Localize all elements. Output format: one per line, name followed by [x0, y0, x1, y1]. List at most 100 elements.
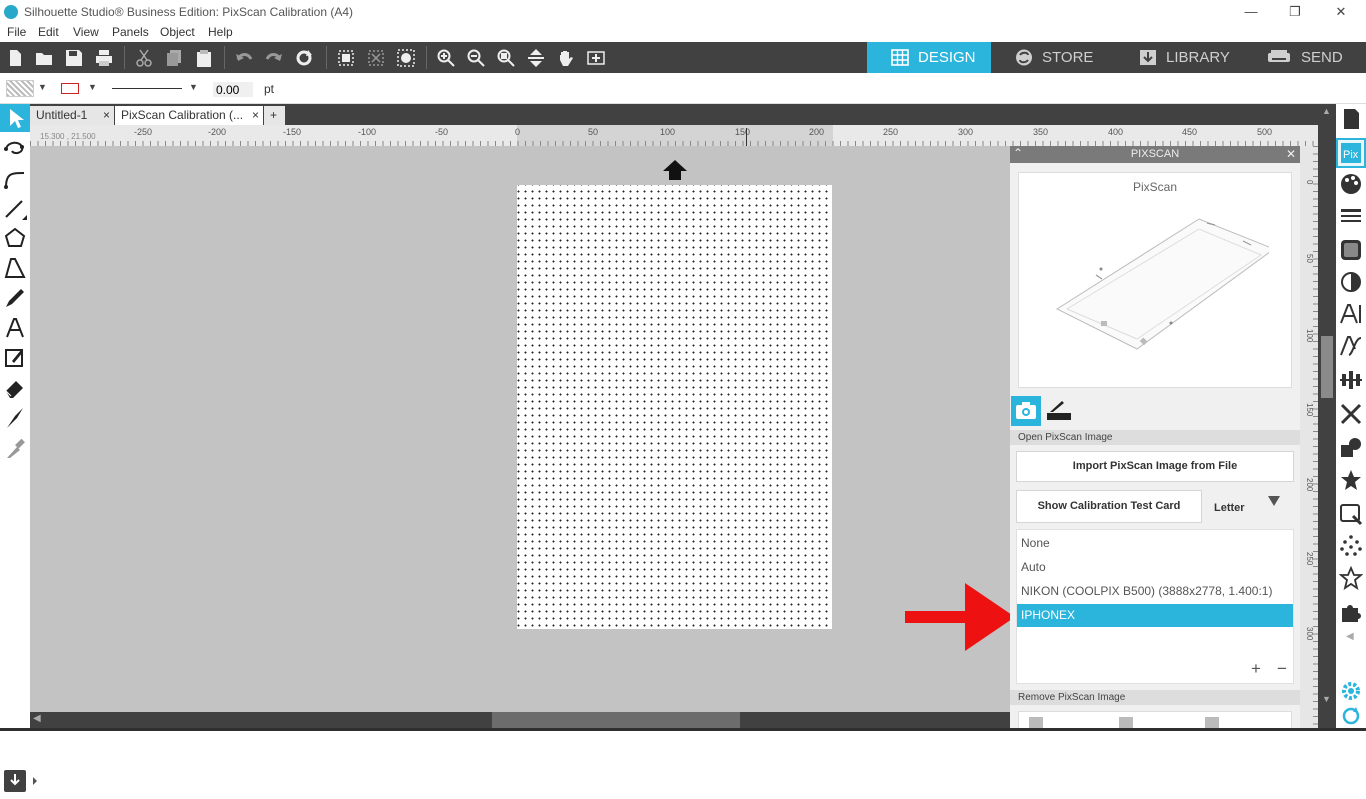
polygon-tool-icon[interactable]: [3, 226, 27, 250]
vertical-scroll-thumb[interactable]: [1321, 336, 1333, 398]
star-filled-icon[interactable]: [1339, 468, 1363, 492]
print-icon[interactable]: [92, 46, 116, 70]
curve-tool-icon[interactable]: [3, 166, 27, 190]
menu-help[interactable]: Help: [208, 25, 233, 39]
restore-button[interactable]: ❐: [1282, 2, 1308, 22]
menu-panels[interactable]: Panels: [112, 25, 149, 39]
sync-icon[interactable]: [1339, 704, 1363, 728]
knife-tool-icon[interactable]: [3, 406, 27, 430]
zoom-in-icon[interactable]: [434, 46, 458, 70]
calibration-item-iphonex[interactable]: IPHONEX: [1017, 604, 1293, 627]
cut-icon[interactable]: [132, 46, 156, 70]
scroll-left-icon[interactable]: ◀: [33, 713, 41, 724]
settings-gear-icon[interactable]: [1339, 679, 1363, 703]
calibration-item-nikon[interactable]: NIKON (COOLPIX B500) (3888x2778, 1.400:1…: [1017, 580, 1293, 603]
minimize-button[interactable]: —: [1238, 2, 1264, 22]
tab-store[interactable]: STORE: [991, 42, 1115, 73]
tab-send[interactable]: SEND: [1239, 42, 1366, 73]
line-style-icon[interactable]: [1339, 204, 1363, 228]
zoom-out-icon[interactable]: [464, 46, 488, 70]
doc-tab-pixscan-calibration[interactable]: PixScan Calibration (... ×: [115, 106, 263, 125]
collapse-right-panel-icon[interactable]: ◀: [1346, 631, 1354, 642]
transform-icon[interactable]: [1339, 402, 1363, 426]
remove-calibration-button[interactable]: −: [1273, 660, 1291, 678]
image-effects-icon[interactable]: [1339, 270, 1363, 294]
add-calibration-button[interactable]: +: [1247, 660, 1265, 678]
doc-tab-untitled[interactable]: Untitled-1 ×: [30, 106, 114, 125]
eyedropper-tool-icon[interactable]: [3, 436, 27, 460]
close-tab-icon[interactable]: ×: [252, 106, 259, 125]
fit-to-page-icon[interactable]: [524, 46, 548, 70]
replicate-icon[interactable]: [1339, 436, 1363, 460]
edit-points-tool-icon[interactable]: [3, 137, 27, 161]
card-size-dropdown-arrow-icon[interactable]: [1268, 496, 1280, 506]
horizontal-scrollbar[interactable]: ◀: [30, 712, 1010, 728]
collapse-panel-icon[interactable]: ⌃: [1013, 145, 1023, 162]
fill-color-palette-icon[interactable]: [1339, 172, 1363, 196]
scanner-tab[interactable]: [1044, 396, 1074, 426]
redraw-icon[interactable]: [292, 46, 316, 70]
close-panel-icon[interactable]: ✕: [1286, 146, 1296, 163]
pencil-tool-icon[interactable]: [3, 286, 27, 310]
trace-icon[interactable]: [1339, 502, 1363, 526]
offset-icon[interactable]: [1339, 334, 1363, 358]
library-drawer-toggle[interactable]: [3, 766, 39, 796]
pixscan-panel-icon[interactable]: Pix: [1336, 138, 1366, 168]
fill-pattern-swatch[interactable]: [6, 80, 34, 97]
draw-panel-icon[interactable]: [3, 346, 27, 370]
paste-icon[interactable]: [192, 46, 216, 70]
calibration-item-auto[interactable]: Auto: [1017, 556, 1293, 579]
line-color-swatch[interactable]: [61, 83, 79, 94]
menu-view[interactable]: View: [73, 25, 99, 39]
puzzle-icon[interactable]: [1339, 600, 1363, 624]
close-window-button[interactable]: ✕: [1328, 2, 1354, 22]
calibration-page[interactable]: [517, 185, 832, 629]
add-page-icon[interactable]: [584, 46, 608, 70]
scroll-up-icon[interactable]: ▲: [1322, 106, 1331, 116]
rhinestone-icon[interactable]: [1339, 534, 1363, 558]
tab-design[interactable]: DESIGN: [867, 42, 991, 73]
text-tool-icon[interactable]: [3, 316, 27, 340]
add-tab-button[interactable]: +: [264, 106, 285, 125]
redo-icon[interactable]: [262, 46, 286, 70]
line-color-dropdown-arrow-icon[interactable]: ▼: [88, 82, 97, 92]
line-tool-icon[interactable]: [3, 196, 27, 220]
tab-library[interactable]: LIBRARY: [1115, 42, 1239, 73]
text-style-icon[interactable]: [1339, 302, 1363, 326]
page-setup-icon[interactable]: [1339, 107, 1363, 131]
menu-object[interactable]: Object: [160, 25, 195, 39]
camera-tab[interactable]: [1011, 396, 1041, 426]
new-file-icon[interactable]: [3, 46, 27, 70]
zoom-selection-icon[interactable]: [494, 46, 518, 70]
close-tab-icon[interactable]: ×: [103, 106, 110, 125]
horizontal-scroll-thumb[interactable]: [492, 712, 740, 728]
select-tool[interactable]: [0, 104, 30, 132]
scroll-down-icon[interactable]: ▼: [1322, 694, 1331, 704]
align-icon[interactable]: [1339, 368, 1363, 392]
ruler-label: -250: [134, 127, 153, 137]
menu-edit[interactable]: Edit: [38, 25, 59, 39]
line-style-preview[interactable]: [112, 88, 182, 89]
eraser-tool-icon[interactable]: [3, 376, 27, 400]
line-width-input[interactable]: [213, 82, 253, 97]
pan-hand-icon[interactable]: [554, 46, 578, 70]
shape-tool-icon[interactable]: [3, 256, 27, 280]
show-calibration-card-button[interactable]: Show Calibration Test Card: [1016, 490, 1202, 523]
sketch-star-icon[interactable]: [1338, 565, 1364, 591]
undo-icon[interactable]: [232, 46, 256, 70]
import-pixscan-button[interactable]: Import PixScan Image from File: [1016, 451, 1294, 482]
ruler-label: 0: [1305, 180, 1314, 185]
menu-file[interactable]: File: [7, 25, 26, 39]
line-style-dropdown-arrow-icon[interactable]: ▼: [189, 82, 198, 92]
fill-dropdown-arrow-icon[interactable]: ▼: [38, 82, 47, 92]
calibration-item-none[interactable]: None: [1017, 532, 1293, 555]
card-size-select[interactable]: Letter: [1214, 502, 1245, 514]
copy-icon[interactable]: [162, 46, 186, 70]
select-all-icon[interactable]: [334, 46, 358, 70]
deselect-icon[interactable]: [364, 46, 388, 70]
vertical-scrollbar[interactable]: ▲ ▼: [1318, 104, 1336, 731]
open-folder-icon[interactable]: [32, 46, 56, 70]
select-by-color-icon[interactable]: [394, 46, 418, 70]
save-icon[interactable]: [62, 46, 86, 70]
pattern-icon[interactable]: [1339, 238, 1363, 262]
